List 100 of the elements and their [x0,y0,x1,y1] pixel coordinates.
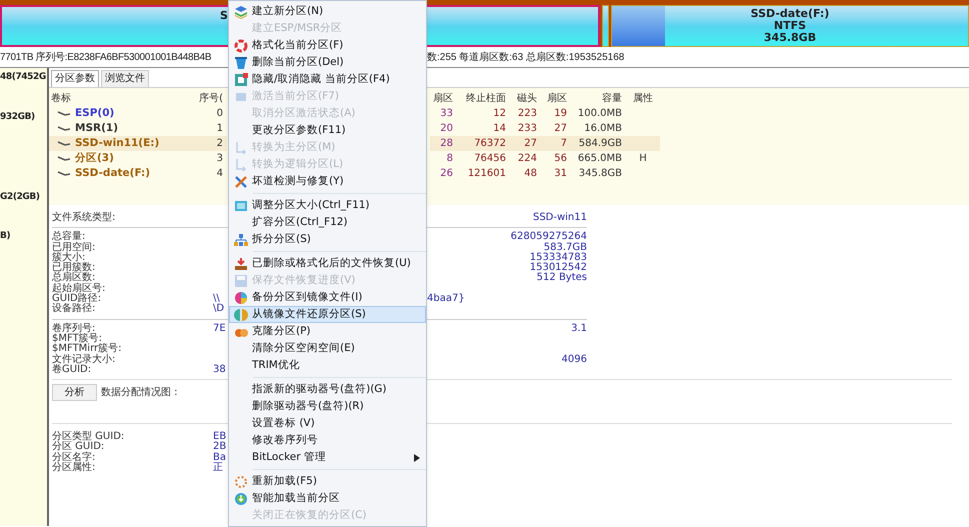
detail-value: \D [213,303,224,314]
detail-value: EB [213,431,226,442]
tree-item[interactable]: B) [0,230,10,242]
menu-item[interactable]: 更改分区参数(F11) [229,122,426,139]
tree-item[interactable]: G2(2GB) [0,191,40,203]
reload-icon [234,474,248,488]
table-cell-text: 345.8GB [578,167,623,181]
table-cell: 2 [189,136,227,151]
column-header: 磁头 [517,93,537,104]
tree-item[interactable]: 932GB) [0,111,35,123]
chart-label: 数据分配情况图 : [101,386,178,400]
table-cell-text: 1 [216,122,224,136]
disk-info-text: 数:255 每道扇区数:63 总扇区数:1953525168 [427,50,624,64]
detail-label: $MFTMirr簇号: [52,344,122,354]
tools-icon [234,174,248,188]
table-cell-text: 224 [516,152,538,166]
detail-label: 已用空间: [52,242,96,253]
squares-icon [234,72,248,86]
detail-label: 总容量: [52,232,86,242]
menu-item[interactable]: 指派新的驱动器号(盘符)(G) [229,381,426,398]
menu-item[interactable]: TRIM优化 [229,357,426,374]
menu-item[interactable]: 设置卷标 (V) [229,415,426,432]
menu-item[interactable]: 重新加载(F5) [229,473,426,490]
ring-icon [234,38,248,52]
detail-value: Ba [213,452,226,463]
partition-block[interactable]: SSD-date(F:) NTFS 345.8GB [611,5,969,47]
partition-label: 345.8GB [764,32,816,44]
detail-label: 总扇区数: [52,273,96,284]
menu-item[interactable]: 已删除或格式化后的文件恢复(U) [229,255,426,272]
table-cell: 27 [510,136,541,151]
table-cell-text: 223 [516,107,538,121]
menu-item[interactable]: 修改卷序列号 [229,432,426,449]
detail-value: 7E [213,322,226,334]
menu-item[interactable]: 智能加载当前分区 [229,490,426,507]
table-cell: 7 [541,136,571,151]
partition-block[interactable] [602,5,609,47]
table-cell: 76372 [457,136,510,151]
menu-item[interactable]: 删除驱动器号(盘符)(R) [229,398,426,415]
detail-label: 文件记录大小: [52,354,116,365]
table-cell-text: 48 [523,167,538,181]
volume-name[interactable]: MSR(1) [75,121,118,136]
volume-name[interactable]: 分区(3) [75,151,114,166]
table-cell-text: 3 [216,152,224,166]
analyze-button[interactable]: 分析 [52,384,97,402]
tab[interactable]: 浏览文件 [101,70,149,87]
menu-item[interactable]: 拆分分区(S) [229,231,426,248]
tree-branch-icon [57,110,71,116]
menu-item[interactable]: 清除分区空闲空间(E) [229,340,426,357]
tree-item[interactable]: 48(7452G [0,71,46,83]
split-circle-icon [234,308,248,322]
menu-item[interactable]: 删除当前分区(Del) [229,54,426,71]
table-cell: 28 [430,136,457,151]
detail-label: 分区属性: [52,463,96,474]
column-header: 扇区 [433,93,453,104]
partition-label: NTFS [774,20,806,32]
table-cell [626,136,660,151]
detail-value: 583.7GB [544,242,587,253]
layers-icon [234,4,248,18]
detail-label: 卷GUID: [52,364,92,376]
split-icon [234,232,248,246]
menu-item[interactable]: 隐藏/取消隐藏 当前分区(F4) [229,71,426,88]
table-cell-text: 8 [446,152,454,166]
detail-value: 4baa7} [427,293,465,304]
volume-name[interactable]: ESP(0) [75,106,114,121]
table-cell-text: 12 [492,107,507,121]
detail-value: \\ [213,293,220,304]
menu-item[interactable]: 坏道检测与修复(Y) [229,173,426,190]
menu-item[interactable]: 调整分区大小(Ctrl_F11) [229,197,426,214]
detail-label: 簇大小: [52,252,86,263]
detail-label: 文件系统类型: [52,213,116,224]
menu-item[interactable]: 克隆分区(P) [229,323,426,340]
menu-item[interactable]: 扩容分区(Ctrl_F12) [229,214,426,231]
menu-item[interactable]: BitLocker 管理 [229,449,426,466]
detail-value: 628059275264 [510,231,587,242]
arrow-icon [234,158,248,172]
volume-name[interactable]: SSD-date(F:) [75,166,150,181]
menu-item[interactable]: 从镜像文件还原分区(S) [229,306,426,323]
detail-label: 起始扇区号: [52,284,106,294]
detail-value: 正 [213,462,223,474]
menu-item[interactable]: 备份分区到镜像文件(I) [229,289,426,306]
detail-value: 4096 [562,354,587,365]
table-cell-text: 76456 [473,152,507,166]
detail-label: $MFT簇号: [52,334,102,344]
menu-item[interactable]: 建立新分区(N) [229,3,426,20]
tree-branch-icon [57,140,71,146]
table-cell: 584.9GB [571,136,626,151]
column-header: 扇区 [547,93,567,104]
table-cell-text: 233 [516,122,538,136]
column-header: 终止柱面 [466,93,506,104]
table-cell-text: 33 [439,107,454,121]
tab[interactable]: 分区参数 [51,70,99,87]
table-cell-text: 31 [553,167,568,181]
table-cell-text: 14 [492,122,507,136]
detail-value: SSD-win11 [532,212,587,223]
table-cell-text: 56 [553,152,568,166]
detail-label: 分区 GUID: [52,442,104,452]
arrow-icon [234,140,248,154]
detail-label: 分区名字: [52,452,96,463]
detail-label: 设备路径: [52,304,96,315]
detail-label: GUID路径: [52,294,102,304]
